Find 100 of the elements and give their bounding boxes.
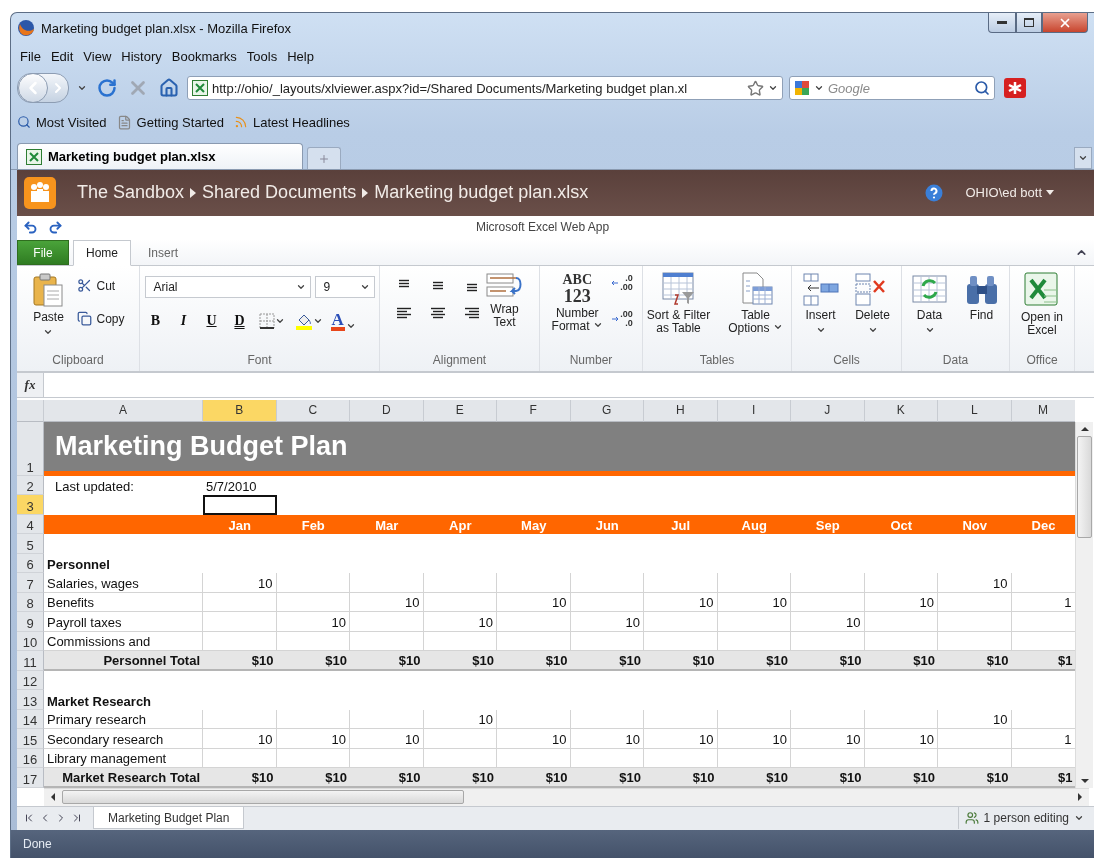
browser-tab[interactable]: Marketing budget plan.xlsx — [17, 143, 303, 169]
scroll-down-icon[interactable] — [1080, 777, 1089, 784]
scroll-thumb[interactable] — [62, 790, 464, 805]
ribbon-button[interactable]: Data — [906, 272, 953, 335]
align-right-icon[interactable] — [463, 306, 480, 320]
row-header[interactable]: 13 — [17, 690, 44, 710]
font-name-dropdown[interactable]: Arial — [144, 276, 311, 298]
bookmark-item[interactable]: Getting Started — [116, 114, 225, 130]
menu-item[interactable]: Help — [282, 46, 319, 66]
menu-item[interactable]: Bookmarks — [166, 46, 242, 66]
ribbon-button[interactable]: Table Options — [720, 272, 791, 335]
bookmark-star-icon[interactable] — [747, 79, 764, 97]
ribbon-button[interactable]: Insert — [797, 272, 844, 335]
menu-item[interactable]: File — [15, 46, 46, 66]
column-header[interactable]: I — [717, 399, 791, 422]
active-cell[interactable] — [203, 495, 277, 515]
sheet-tab[interactable]: Marketing Budget Plan — [93, 807, 245, 830]
wrap-text-button[interactable]: Wrap Text — [485, 272, 524, 329]
row-header[interactable]: 9 — [17, 612, 44, 632]
paste-button[interactable]: Paste — [28, 272, 69, 337]
home-button[interactable] — [157, 78, 181, 98]
ribbon-tab[interactable]: Insert — [135, 240, 192, 266]
ribbon-tab[interactable]: Home — [73, 240, 131, 266]
column-header[interactable]: E — [423, 399, 497, 422]
column-header[interactable]: F — [497, 399, 571, 422]
breadcrumb-link[interactable]: The Sandbox — [71, 182, 191, 204]
column-header[interactable]: K — [864, 399, 938, 422]
user-menu[interactable]: OHIO\ed bott — [965, 185, 1054, 201]
group-label: Office — [1026, 352, 1058, 369]
copy-button[interactable]: Copy — [74, 309, 128, 328]
row-header[interactable]: 15 — [17, 729, 44, 749]
back-button[interactable] — [18, 73, 48, 103]
ribbon-button[interactable]: Find — [958, 272, 1005, 322]
group-label: Data — [942, 352, 969, 369]
ribbon-button[interactable]: Delete — [849, 272, 896, 335]
row-header[interactable]: 3 — [17, 495, 44, 515]
number-format-button[interactable]: ABC 123 Number Format — [549, 272, 606, 333]
addon-button[interactable] — [1001, 77, 1029, 99]
maximize-button[interactable] — [1016, 13, 1042, 33]
breadcrumb-link[interactable]: Shared Documents — [196, 182, 363, 204]
file-tab[interactable]: File — [17, 240, 69, 265]
bookmark-item[interactable]: Latest Headlines — [234, 114, 350, 130]
align-left-icon[interactable] — [395, 306, 412, 320]
column-header[interactable]: J — [791, 399, 865, 422]
reload-button[interactable] — [95, 78, 119, 98]
column-header[interactable]: G — [570, 399, 644, 422]
search-icon[interactable] — [974, 80, 990, 96]
italic-button[interactable]: I — [172, 310, 195, 332]
vertical-scrollbar[interactable] — [1075, 421, 1093, 788]
table-cell: 10 — [423, 612, 497, 632]
cut-button[interactable]: Cut — [74, 276, 128, 295]
align-center-icon[interactable] — [429, 306, 446, 320]
column-header[interactable]: M — [1011, 399, 1075, 422]
scroll-right-icon[interactable] — [1077, 793, 1083, 802]
table-cell: $10 — [423, 768, 497, 788]
tab-list-button[interactable] — [1074, 147, 1092, 169]
column-header[interactable]: A — [44, 399, 203, 422]
row-header[interactable]: 11 — [17, 651, 44, 671]
table-cell: $10 — [864, 651, 938, 671]
scroll-up-icon[interactable] — [1080, 425, 1089, 432]
ribbon-button[interactable]: Sort & Filter as Table — [643, 272, 714, 335]
search-input[interactable]: Google — [828, 80, 970, 96]
font-color-button[interactable]: A — [330, 311, 356, 331]
minimize-button[interactable] — [988, 13, 1016, 33]
increase-decimal-button[interactable]: .0 .00 — [611, 274, 633, 292]
table-cell: $10 — [938, 768, 1012, 788]
bold-button[interactable]: B — [144, 310, 167, 332]
address-field[interactable]: http://ohio/_layouts/xlviewer.aspx?id=/Shared Documents/Marketing budget plan.xl — [187, 76, 783, 100]
column-header[interactable]: H — [644, 399, 718, 422]
underline-button[interactable]: U — [200, 310, 223, 332]
column-header[interactable]: D — [350, 399, 424, 422]
row-header[interactable]: 5 — [17, 534, 44, 554]
menu-item[interactable]: View — [78, 46, 117, 66]
url-input[interactable]: http://ohio/_layouts/xlviewer.aspx?id=/Shared Documents/Marketing budget plan.xl — [212, 80, 743, 96]
menu-item[interactable]: History — [116, 46, 167, 66]
decrease-decimal-button[interactable]: .00 .0 — [611, 310, 633, 328]
search-field[interactable]: Google — [789, 76, 995, 100]
row-header[interactable]: 7 — [17, 573, 44, 593]
table-cell: $10 — [350, 651, 424, 671]
plus-icon — [318, 152, 330, 165]
menu-item[interactable]: Edit — [45, 46, 79, 66]
bookmark-item[interactable]: Most Visited — [17, 114, 107, 130]
column-header[interactable]: L — [938, 399, 1012, 422]
table-cell: Secondary research — [44, 729, 203, 749]
scroll-left-icon[interactable] — [50, 793, 56, 802]
scroll-thumb[interactable] — [1077, 435, 1092, 538]
row-header[interactable]: 17 — [17, 768, 44, 788]
breadcrumb-link[interactable]: Marketing budget plan.xlsx — [368, 182, 595, 204]
menu-item[interactable]: Tools — [241, 46, 283, 66]
double-underline-button[interactable]: D — [228, 310, 251, 332]
column-header[interactable]: C — [276, 399, 350, 422]
editors-button[interactable]: 1 person editing — [957, 807, 1090, 830]
help-icon[interactable] — [925, 183, 944, 202]
ribbon-button[interactable]: Open in Excel — [1012, 272, 1072, 337]
font-size-dropdown[interactable]: 9 — [314, 276, 375, 298]
column-header[interactable]: B — [203, 399, 277, 422]
row-header[interactable]: 1 — [17, 421, 44, 476]
caret-icon — [43, 327, 54, 337]
table-cell: Salaries, wages — [44, 573, 203, 593]
close-button[interactable] — [1042, 13, 1088, 33]
